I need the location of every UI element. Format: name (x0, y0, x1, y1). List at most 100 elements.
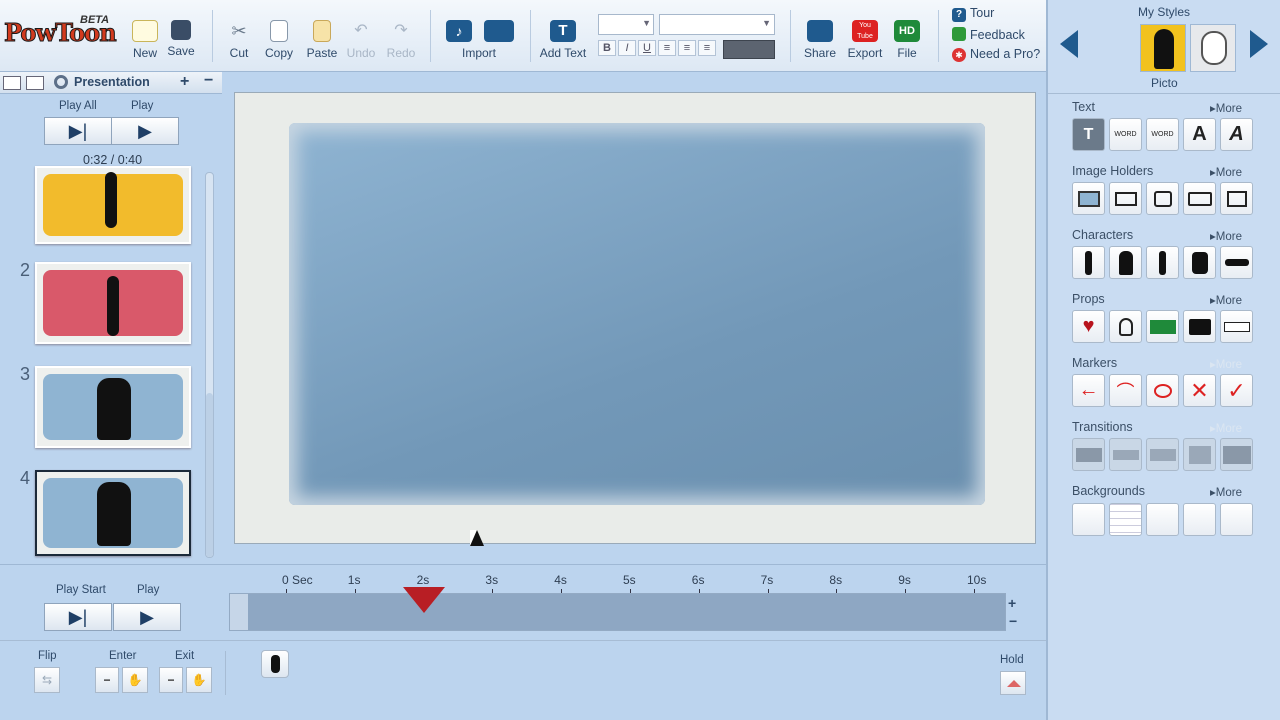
image-holder-tile[interactable] (1146, 182, 1179, 215)
style-thumb-sketch[interactable] (1190, 24, 1236, 72)
add-slide-button[interactable]: + (180, 73, 189, 91)
background-tile[interactable] (1183, 503, 1216, 536)
share-button[interactable]: Share (802, 14, 838, 70)
character-tile[interactable] (1072, 246, 1105, 279)
prop-tile[interactable] (1183, 310, 1216, 343)
new-button[interactable]: New (128, 14, 162, 70)
import-button[interactable]: ♪ Import (442, 14, 522, 70)
hold-button[interactable] (1000, 671, 1026, 695)
character-tile[interactable] (1183, 246, 1216, 279)
export-button[interactable]: You Tube Export (844, 14, 886, 70)
marker-tile[interactable]: ✓ (1220, 374, 1253, 407)
play-start-button[interactable]: ▶| (44, 603, 112, 631)
slides-scrollbar[interactable] (205, 172, 214, 558)
feedback-link[interactable]: Feedback (952, 27, 1025, 42)
text-tile[interactable]: A (1220, 118, 1253, 151)
transition-tile[interactable] (1183, 438, 1216, 471)
prop-tile[interactable] (1220, 310, 1253, 343)
transition-tile[interactable] (1146, 438, 1179, 471)
image-holder-tile[interactable] (1183, 182, 1216, 215)
font-family-select[interactable]: ▼ (659, 14, 775, 35)
powtoon-logo[interactable]: PowToon BETA (4, 14, 118, 54)
remove-slide-button[interactable]: − (204, 72, 213, 90)
undo-button[interactable]: ↶ Undo (344, 14, 378, 70)
more-link[interactable]: ▸More (1210, 293, 1242, 307)
more-link[interactable]: ▸More (1210, 101, 1242, 115)
next-style-arrow-icon[interactable] (1250, 30, 1268, 58)
play-icon: ▶ (140, 606, 154, 627)
redo-button[interactable]: ↷ Redo (384, 14, 418, 70)
save-button[interactable]: Save (164, 14, 198, 70)
prop-tile[interactable] (1109, 310, 1142, 343)
align-right-icon[interactable]: ≡ (698, 40, 716, 56)
timeline-play-button[interactable]: ▶ (113, 603, 181, 631)
marker-tile[interactable]: ⌒ (1109, 374, 1142, 407)
more-link[interactable]: ▸More (1210, 485, 1242, 499)
enter-none-button[interactable]: − (95, 667, 119, 693)
underline-button[interactable]: U (638, 40, 656, 56)
tour-link[interactable]: ? Tour (952, 6, 994, 22)
zoom-in-button[interactable]: + (1008, 595, 1016, 611)
transition-tile[interactable] (1220, 438, 1253, 471)
more-link-disabled: ▸More (1210, 359, 1242, 371)
flip-button[interactable]: ⇆ (34, 667, 60, 693)
font-size-select[interactable]: ▼ (598, 14, 654, 35)
align-left-icon[interactable]: ≡ (658, 40, 676, 56)
align-center-icon[interactable]: ≡ (678, 40, 696, 56)
help-icon: ? (952, 8, 966, 22)
marker-tile[interactable]: ✕ (1183, 374, 1216, 407)
background-tile[interactable] (1072, 503, 1105, 536)
enter-hand-button[interactable]: ✋ (122, 667, 148, 693)
zoom-out-button[interactable]: − (1009, 613, 1017, 629)
slide-thumbnail-2[interactable] (35, 262, 191, 344)
character-tile[interactable] (1109, 246, 1142, 279)
background-tile[interactable] (1220, 503, 1253, 536)
cut-button[interactable]: ✂ Cut (224, 14, 254, 70)
presentation-tab[interactable]: Presentation (54, 75, 150, 89)
text-tile[interactable]: WORD (1109, 118, 1142, 151)
marker-tile[interactable]: ← (1072, 374, 1105, 407)
scrollbar-thumb[interactable] (206, 393, 213, 557)
slide-thumbnail-1[interactable] (35, 166, 191, 244)
character-tile[interactable] (1146, 246, 1179, 279)
background-tile-grid[interactable] (1109, 503, 1142, 536)
transition-tile[interactable] (1072, 438, 1105, 471)
bold-button[interactable]: B (598, 40, 616, 56)
view-single-icon[interactable] (3, 76, 21, 90)
view-multi-icon[interactable] (26, 76, 44, 90)
playhead-marker[interactable] (402, 587, 445, 613)
more-link[interactable]: ▸More (1210, 229, 1242, 243)
image-holder-tile[interactable] (1072, 182, 1105, 215)
character-tile[interactable] (1220, 246, 1253, 279)
prop-tile[interactable]: ♥ (1072, 310, 1105, 343)
transition-tile[interactable] (1109, 438, 1142, 471)
text-color-picker[interactable] (723, 40, 775, 59)
marker-tile[interactable] (1146, 374, 1179, 407)
paste-button[interactable]: Paste (304, 14, 340, 70)
play-all-button[interactable]: ▶| (44, 117, 112, 145)
exit-none-button[interactable]: − (159, 667, 183, 693)
image-holder-tile[interactable] (1109, 182, 1142, 215)
style-thumb-picto[interactable] (1140, 24, 1186, 72)
text-tile[interactable]: T (1072, 118, 1105, 151)
background-tile[interactable] (1146, 503, 1179, 536)
timeline-character-object[interactable] (261, 650, 289, 678)
image-holder-tile[interactable] (1220, 182, 1253, 215)
slide-thumbnail-3[interactable] (35, 366, 191, 448)
need-pro-link[interactable]: ✱ Need a Pro? (952, 47, 1040, 62)
file-button[interactable]: HD File (892, 14, 922, 70)
exit-hand-button[interactable]: ✋ (186, 667, 212, 693)
canvas-stage[interactable] (234, 92, 1036, 544)
track-scroll-handle[interactable] (230, 594, 248, 630)
slide-thumbnail-4-selected[interactable] (35, 470, 191, 556)
add-text-button[interactable]: T Add Text (538, 14, 588, 70)
italic-button[interactable]: I (618, 40, 636, 56)
prev-style-arrow-icon[interactable] (1060, 30, 1078, 58)
text-tile[interactable]: A (1183, 118, 1216, 151)
timeline-track[interactable] (229, 593, 1006, 631)
copy-button[interactable]: Copy (262, 14, 296, 70)
play-button[interactable]: ▶ (111, 117, 179, 145)
prop-tile[interactable] (1146, 310, 1179, 343)
text-tile[interactable]: WORD (1146, 118, 1179, 151)
more-link[interactable]: ▸More (1210, 165, 1242, 179)
